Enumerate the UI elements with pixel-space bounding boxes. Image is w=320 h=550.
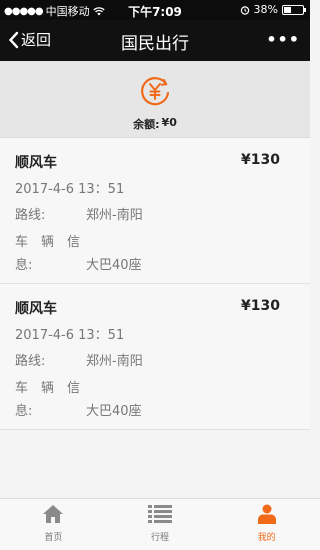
tab-home-label: 首页: [44, 533, 63, 543]
list-icon: [148, 505, 172, 523]
trip-datetime: 2017-4-6 13：51: [15, 182, 125, 197]
tab-mine-label: 我的: [257, 533, 276, 543]
vehicle-value: 大巴40座: [86, 404, 142, 419]
route-value: 郑州-南阳: [86, 208, 143, 223]
balance-value: ¥0: [161, 116, 177, 129]
balance-text: 余额: ¥0: [0, 116, 310, 132]
trip-card[interactable]: 顺风车 ¥130 2017-4-6 13：51 路线: 郑州-南阳 车 辆 信 …: [0, 284, 310, 430]
trip-datetime: 2017-4-6 13：51: [15, 328, 125, 343]
route-label: 路线:: [15, 354, 46, 369]
nav-bar: 返回 国民出行 •••: [0, 20, 310, 61]
trip-type: 顺风车: [15, 301, 57, 317]
battery-icon: [282, 4, 306, 15]
vehicle-label: 车 辆 信: [15, 381, 81, 396]
trip-type: 顺风车: [15, 155, 57, 171]
vehicle-label-cont: 息:: [15, 258, 33, 273]
battery-fill: [284, 6, 291, 13]
route-label: 路线:: [15, 208, 46, 223]
status-bar: ●●●●● 中国移动 下午7:09 38%: [0, 0, 310, 20]
balance-panel: 余额: ¥0: [0, 61, 310, 138]
tab-trips[interactable]: 行程: [107, 499, 214, 550]
tab-mine[interactable]: 我的: [213, 499, 320, 550]
user-icon: [257, 504, 276, 524]
tab-trips-label: 行程: [151, 533, 170, 543]
vehicle-label-cont: 息:: [15, 404, 33, 419]
page-title: 国民出行: [121, 34, 189, 54]
battery-percent: 38%: [253, 3, 278, 16]
route-value: 郑州-南阳: [86, 354, 143, 369]
trip-price: ¥130: [241, 152, 280, 168]
tab-bar: 首页 行程 我的: [0, 498, 320, 550]
home-icon: [43, 505, 64, 523]
tab-home[interactable]: 首页: [0, 499, 107, 550]
vehicle-label: 车 辆 信: [15, 235, 81, 250]
trip-card[interactable]: 顺风车 ¥130 2017-4-6 13：51 路线: 郑州-南阳 车 辆 信 …: [0, 138, 310, 284]
balance-label: 余额:: [133, 118, 160, 131]
more-menu-button[interactable]: •••: [266, 30, 300, 49]
yuan-coin-icon: [141, 77, 170, 106]
trip-price: ¥130: [241, 298, 280, 314]
vehicle-value: 大巴40座: [86, 258, 142, 273]
status-right: 38%: [240, 3, 306, 16]
alarm-icon: [240, 5, 249, 15]
